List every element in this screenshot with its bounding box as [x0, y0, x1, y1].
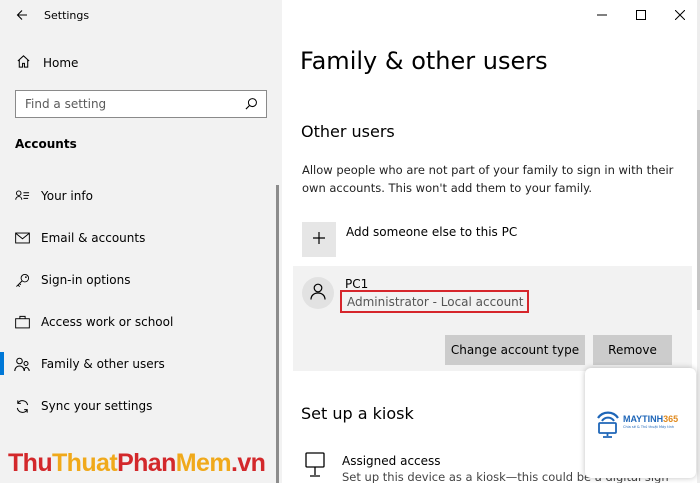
envelope-icon — [14, 230, 30, 246]
user-role-highlighted: Administrator - Local account — [340, 290, 530, 313]
home-label: Home — [43, 56, 79, 70]
sidebar-item-label: Family & other users — [41, 357, 165, 371]
add-user-button[interactable] — [302, 222, 336, 257]
search-placeholder: Find a setting — [25, 97, 107, 111]
avatar — [302, 277, 334, 309]
sidebar-item-label: Sync your settings — [41, 399, 153, 413]
minimize-icon — [597, 5, 607, 24]
close-icon — [674, 5, 686, 24]
kiosk-icon — [304, 452, 326, 478]
search-input[interactable]: Find a setting — [15, 90, 267, 118]
logo-brand: MAYTINH365 — [623, 414, 679, 424]
watermark-thuthuatphanmem: ThuThuatPhanMem.vn — [8, 449, 266, 477]
sidebar-item-label: Access work or school — [41, 315, 174, 329]
add-someone-label: Add someone else to this PC — [346, 225, 518, 239]
sidebar-item-label: Sign-in options — [41, 273, 131, 287]
logo-tagline: Chia sẻ & Thủ thuật Máy tính — [623, 425, 675, 429]
maytinh365-logo: MAYTINH365 Chia sẻ & Thủ thuật Máy tính — [585, 368, 696, 478]
search-icon[interactable] — [245, 95, 258, 114]
add-someone-row[interactable]: Add someone else to this PC — [302, 222, 517, 257]
change-account-type-button[interactable]: Change account type — [445, 335, 585, 365]
section-heading-accounts: Accounts — [15, 137, 77, 151]
briefcase-icon — [14, 314, 30, 330]
app-title: Settings — [44, 8, 90, 22]
page-title: Family & other users — [300, 47, 548, 75]
sidebar-item-home[interactable]: Home — [0, 50, 282, 76]
maximize-icon — [636, 5, 646, 24]
person-card-icon — [14, 188, 30, 204]
sidebar-item-sign-in-options[interactable]: Sign-in options — [0, 266, 282, 294]
sidebar-item-label: Email & accounts — [41, 231, 146, 245]
assigned-access-link[interactable]: Assigned access — [342, 454, 441, 468]
plus-icon — [312, 230, 326, 249]
sidebar-item-your-info[interactable]: Your info — [0, 182, 282, 210]
other-users-description: Allow people who are not part of your fa… — [302, 163, 674, 195]
minimize-button[interactable] — [582, 0, 622, 28]
maximize-button[interactable] — [621, 0, 661, 28]
remove-button[interactable]: Remove — [593, 335, 672, 365]
sync-icon — [14, 398, 30, 414]
monitor-wifi-logo-icon — [597, 411, 619, 438]
sidebar-item-family-other-users[interactable]: Family & other users — [0, 350, 282, 378]
sidebar-item-label: Your info — [41, 189, 93, 203]
user-card-pc1[interactable]: PC1 Administrator - Local account Change… — [293, 266, 692, 371]
user-name: PC1 — [345, 277, 369, 291]
close-button[interactable] — [660, 0, 700, 28]
key-icon — [14, 272, 30, 288]
sidebar: Settings Home Find a setting Accounts Yo… — [0, 0, 282, 483]
back-button[interactable] — [0, 0, 44, 30]
back-arrow-icon — [16, 6, 28, 25]
family-users-icon — [14, 356, 30, 372]
sidebar-scrollbar[interactable] — [276, 185, 279, 483]
sidebar-item-email-accounts[interactable]: Email & accounts — [0, 224, 282, 252]
user-icon — [310, 283, 326, 304]
sidebar-item-sync-settings[interactable]: Sync your settings — [0, 392, 282, 420]
kiosk-heading: Set up a kiosk — [301, 404, 414, 423]
title-bar: Settings — [0, 0, 282, 30]
home-icon — [16, 54, 31, 73]
sidebar-item-access-work-school[interactable]: Access work or school — [0, 308, 282, 336]
other-users-heading: Other users — [301, 122, 395, 141]
